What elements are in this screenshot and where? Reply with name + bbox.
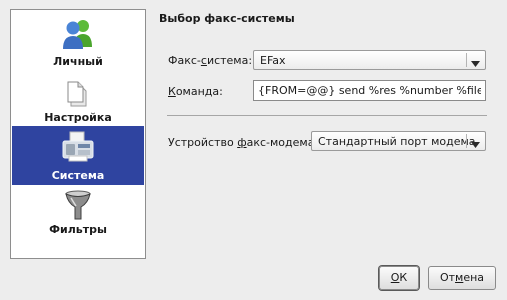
- category-list: Личный Настройка страницы Система: [10, 9, 146, 259]
- chevron-down-icon: [471, 57, 480, 70]
- sidebar-item-page-setup[interactable]: Настройка страницы: [12, 75, 144, 137]
- modem-device-label: Устройство факс-модема:: [168, 136, 319, 149]
- fax-system-label: Факс-система:: [168, 54, 253, 67]
- fax-system-select[interactable]: EFax: [253, 50, 486, 70]
- filter-funnel-icon: [63, 190, 93, 223]
- modem-device-value: Стандартный порт модема: [318, 135, 476, 148]
- combo-separator: [466, 53, 467, 67]
- chevron-down-icon: [471, 138, 480, 151]
- command-input[interactable]: [253, 80, 486, 101]
- fax-machine-icon: [61, 130, 95, 167]
- sidebar-item-label: Фильтры: [49, 223, 107, 236]
- cancel-button[interactable]: Отмена: [428, 266, 496, 290]
- ok-button[interactable]: ОК: [379, 266, 419, 290]
- sidebar-item-system[interactable]: Система: [12, 126, 144, 185]
- combo-separator: [466, 134, 467, 148]
- sidebar-item-filters[interactable]: Фильтры: [12, 187, 144, 245]
- sidebar-item-label: Личный: [53, 55, 103, 68]
- page-title: Выбор факс-системы: [159, 12, 295, 25]
- sidebar-item-label: Система: [51, 169, 105, 182]
- fax-system-value: EFax: [260, 54, 286, 67]
- command-label: Команда:: [168, 85, 223, 98]
- sidebar-item-personal[interactable]: Личный: [12, 11, 144, 73]
- page-setup-icon: [67, 81, 89, 110]
- divider: [167, 115, 487, 116]
- users-icon: [61, 17, 95, 54]
- modem-device-select[interactable]: Стандартный порт модема: [311, 131, 486, 151]
